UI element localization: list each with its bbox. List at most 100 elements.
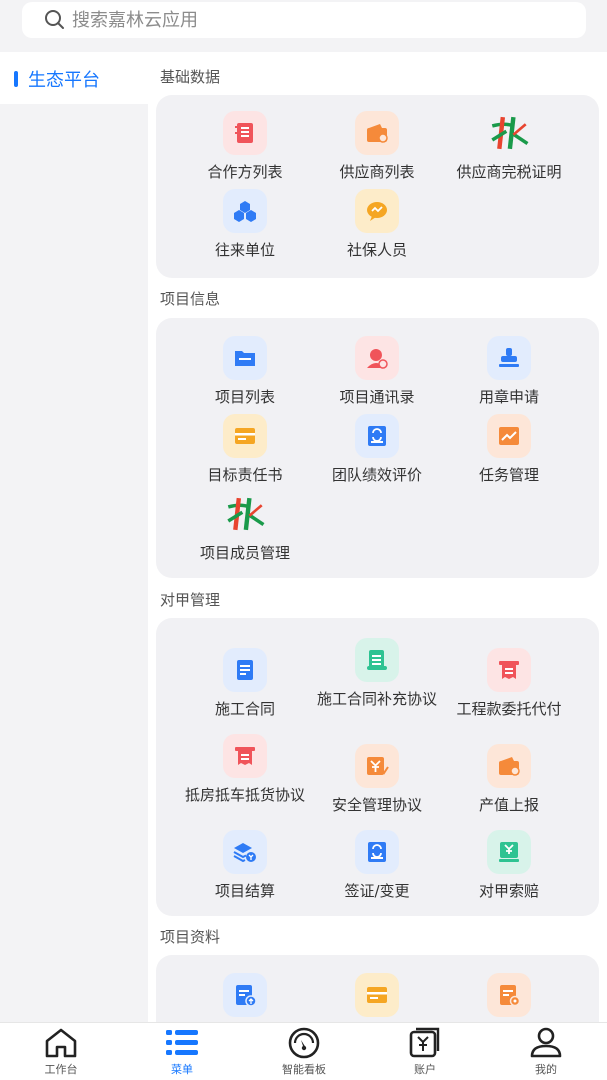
folder-icon xyxy=(223,336,267,380)
sidebar: 生态平台 xyxy=(0,52,148,1022)
app-label: 任务管理 xyxy=(478,466,539,484)
app-label: 项目结算 xyxy=(214,882,275,900)
person-badge-icon xyxy=(355,336,399,380)
app-doc-card[interactable] xyxy=(312,973,442,1022)
tab-label: 智能看板 xyxy=(282,1063,326,1076)
app-doc-upload[interactable] xyxy=(180,973,310,1022)
sidebar-item-label: 生态平台 xyxy=(28,70,100,91)
search-box[interactable] xyxy=(22,2,586,38)
section-card-project-info: 项目列表 项目通讯录 用章申请 目标责任书 团队绩效评价 任务管理 项目成员管理 xyxy=(156,318,599,578)
receipt-icon xyxy=(223,734,267,778)
wallet-icon xyxy=(487,744,531,788)
refresh-doc-icon xyxy=(355,414,399,458)
app-supplier-tax-proof[interactable]: 供应商完税证明 xyxy=(444,111,574,181)
app-label: 抵房抵车抵货协议 xyxy=(184,786,305,804)
chart-icon xyxy=(487,414,531,458)
app-payment-entrust[interactable]: 工程款委托代付 xyxy=(444,648,574,718)
section-card-project-docs xyxy=(156,955,599,1022)
menu-list-icon xyxy=(166,1030,198,1055)
app-label: 合作方列表 xyxy=(207,163,283,181)
user-icon xyxy=(530,1027,562,1058)
section-card-owner-management: 施工合同 施工合同补充协议 工程款委托代付 抵房抵车抵货协议 安全管理协议 产值… xyxy=(156,618,599,916)
tab-workbench[interactable]: 工作台 xyxy=(11,1027,111,1077)
active-indicator xyxy=(14,71,18,87)
app-owner-claim[interactable]: 对甲索赔 xyxy=(444,830,574,900)
app-visa-change[interactable]: 签证/变更 xyxy=(312,830,442,900)
sidebar-item-ecology[interactable]: 生态平台 xyxy=(0,52,148,104)
tab-label: 菜单 xyxy=(171,1063,193,1076)
app-label: 供应商列表 xyxy=(339,163,415,181)
app-output-report[interactable]: 产值上报 xyxy=(444,744,574,814)
app-label: 项目通讯录 xyxy=(339,388,415,406)
doc-gear-icon xyxy=(487,973,531,1017)
app-contract-supplement[interactable]: 施工合同补充协议 xyxy=(312,638,442,708)
cubes-icon xyxy=(223,189,267,233)
wallet-icon xyxy=(355,111,399,155)
app-partner-list[interactable]: 合作方列表 xyxy=(180,111,310,181)
section-title-owner-management: 对甲管理 xyxy=(160,591,221,609)
search-icon xyxy=(45,10,64,29)
section-title-basic-data: 基础数据 xyxy=(160,68,221,86)
app-counterparties[interactable]: 往来单位 xyxy=(180,189,310,259)
search-bar xyxy=(0,0,607,52)
app-project-member-management[interactable]: 项目成员管理 xyxy=(180,492,310,562)
app-label: 工程款委托代付 xyxy=(456,700,562,718)
app-project-contacts[interactable]: 项目通讯录 xyxy=(312,336,442,406)
app-label: 签证/变更 xyxy=(344,882,410,900)
card-icon xyxy=(223,414,267,458)
card-icon xyxy=(355,973,399,1017)
app-project-settlement[interactable]: 项目结算 xyxy=(180,830,310,900)
bottom-tab-bar: 工作台 菜单 智能看板 账户 我的 xyxy=(0,1022,607,1080)
tab-account[interactable]: 账户 xyxy=(375,1027,475,1077)
layers-icon xyxy=(223,830,267,874)
app-label: 项目列表 xyxy=(214,388,275,406)
app-seal-application[interactable]: 用章申请 xyxy=(444,336,574,406)
app-label: 供应商完税证明 xyxy=(456,163,562,181)
brand-logo-icon xyxy=(487,111,531,155)
tab-label: 账户 xyxy=(414,1063,436,1076)
app-label: 对甲索赔 xyxy=(478,882,539,900)
app-label: 社保人员 xyxy=(346,241,407,259)
app-task-management[interactable]: 任务管理 xyxy=(444,414,574,484)
search-input[interactable] xyxy=(72,9,552,31)
tab-dashboard[interactable]: 智能看板 xyxy=(254,1027,354,1077)
app-label: 项目成员管理 xyxy=(199,544,290,562)
app-construction-contract[interactable]: 施工合同 xyxy=(180,648,310,718)
brand-logo-icon xyxy=(223,492,267,536)
document-icon xyxy=(223,648,267,692)
stamp-icon xyxy=(487,336,531,380)
contact-book-icon xyxy=(223,111,267,155)
home-icon xyxy=(45,1028,77,1058)
yen-doc-icon xyxy=(487,830,531,874)
section-title-project-docs: 项目资料 xyxy=(160,928,221,946)
tab-menu[interactable]: 菜单 xyxy=(132,1027,232,1077)
app-label: 用章申请 xyxy=(478,388,539,406)
refresh-doc-icon xyxy=(355,830,399,874)
app-label: 施工合同补充协议 xyxy=(316,690,437,708)
app-label: 安全管理协议 xyxy=(331,796,422,814)
yen-account-icon xyxy=(409,1027,440,1058)
app-label: 产值上报 xyxy=(478,796,539,814)
section-title-project-info: 项目信息 xyxy=(160,290,221,308)
app-label: 施工合同 xyxy=(214,700,275,718)
app-social-security[interactable]: 社保人员 xyxy=(312,189,442,259)
gauge-icon xyxy=(288,1027,320,1059)
app-team-performance[interactable]: 团队绩效评价 xyxy=(312,414,442,484)
tab-label: 我的 xyxy=(535,1063,557,1076)
app-label: 往来单位 xyxy=(214,241,275,259)
app-safety-agreement[interactable]: 安全管理协议 xyxy=(312,744,442,814)
app-doc-settings[interactable] xyxy=(444,973,574,1022)
yen-check-icon xyxy=(355,744,399,788)
app-label: 团队绩效评价 xyxy=(331,466,422,484)
tab-mine[interactable]: 我的 xyxy=(496,1027,596,1077)
section-card-basic-data: 合作方列表 供应商列表 供应商完税证明 往来单位 社保人员 xyxy=(156,95,599,278)
app-target-responsibility[interactable]: 目标责任书 xyxy=(180,414,310,484)
doc-upload-icon xyxy=(223,973,267,1017)
chat-bubble-icon xyxy=(355,189,399,233)
scroll-icon xyxy=(355,638,399,682)
app-project-list[interactable]: 项目列表 xyxy=(180,336,310,406)
app-supplier-list[interactable]: 供应商列表 xyxy=(312,111,442,181)
app-label: 目标责任书 xyxy=(207,466,283,484)
app-offset-agreement[interactable]: 抵房抵车抵货协议 xyxy=(180,734,310,804)
tab-label: 工作台 xyxy=(44,1063,78,1076)
